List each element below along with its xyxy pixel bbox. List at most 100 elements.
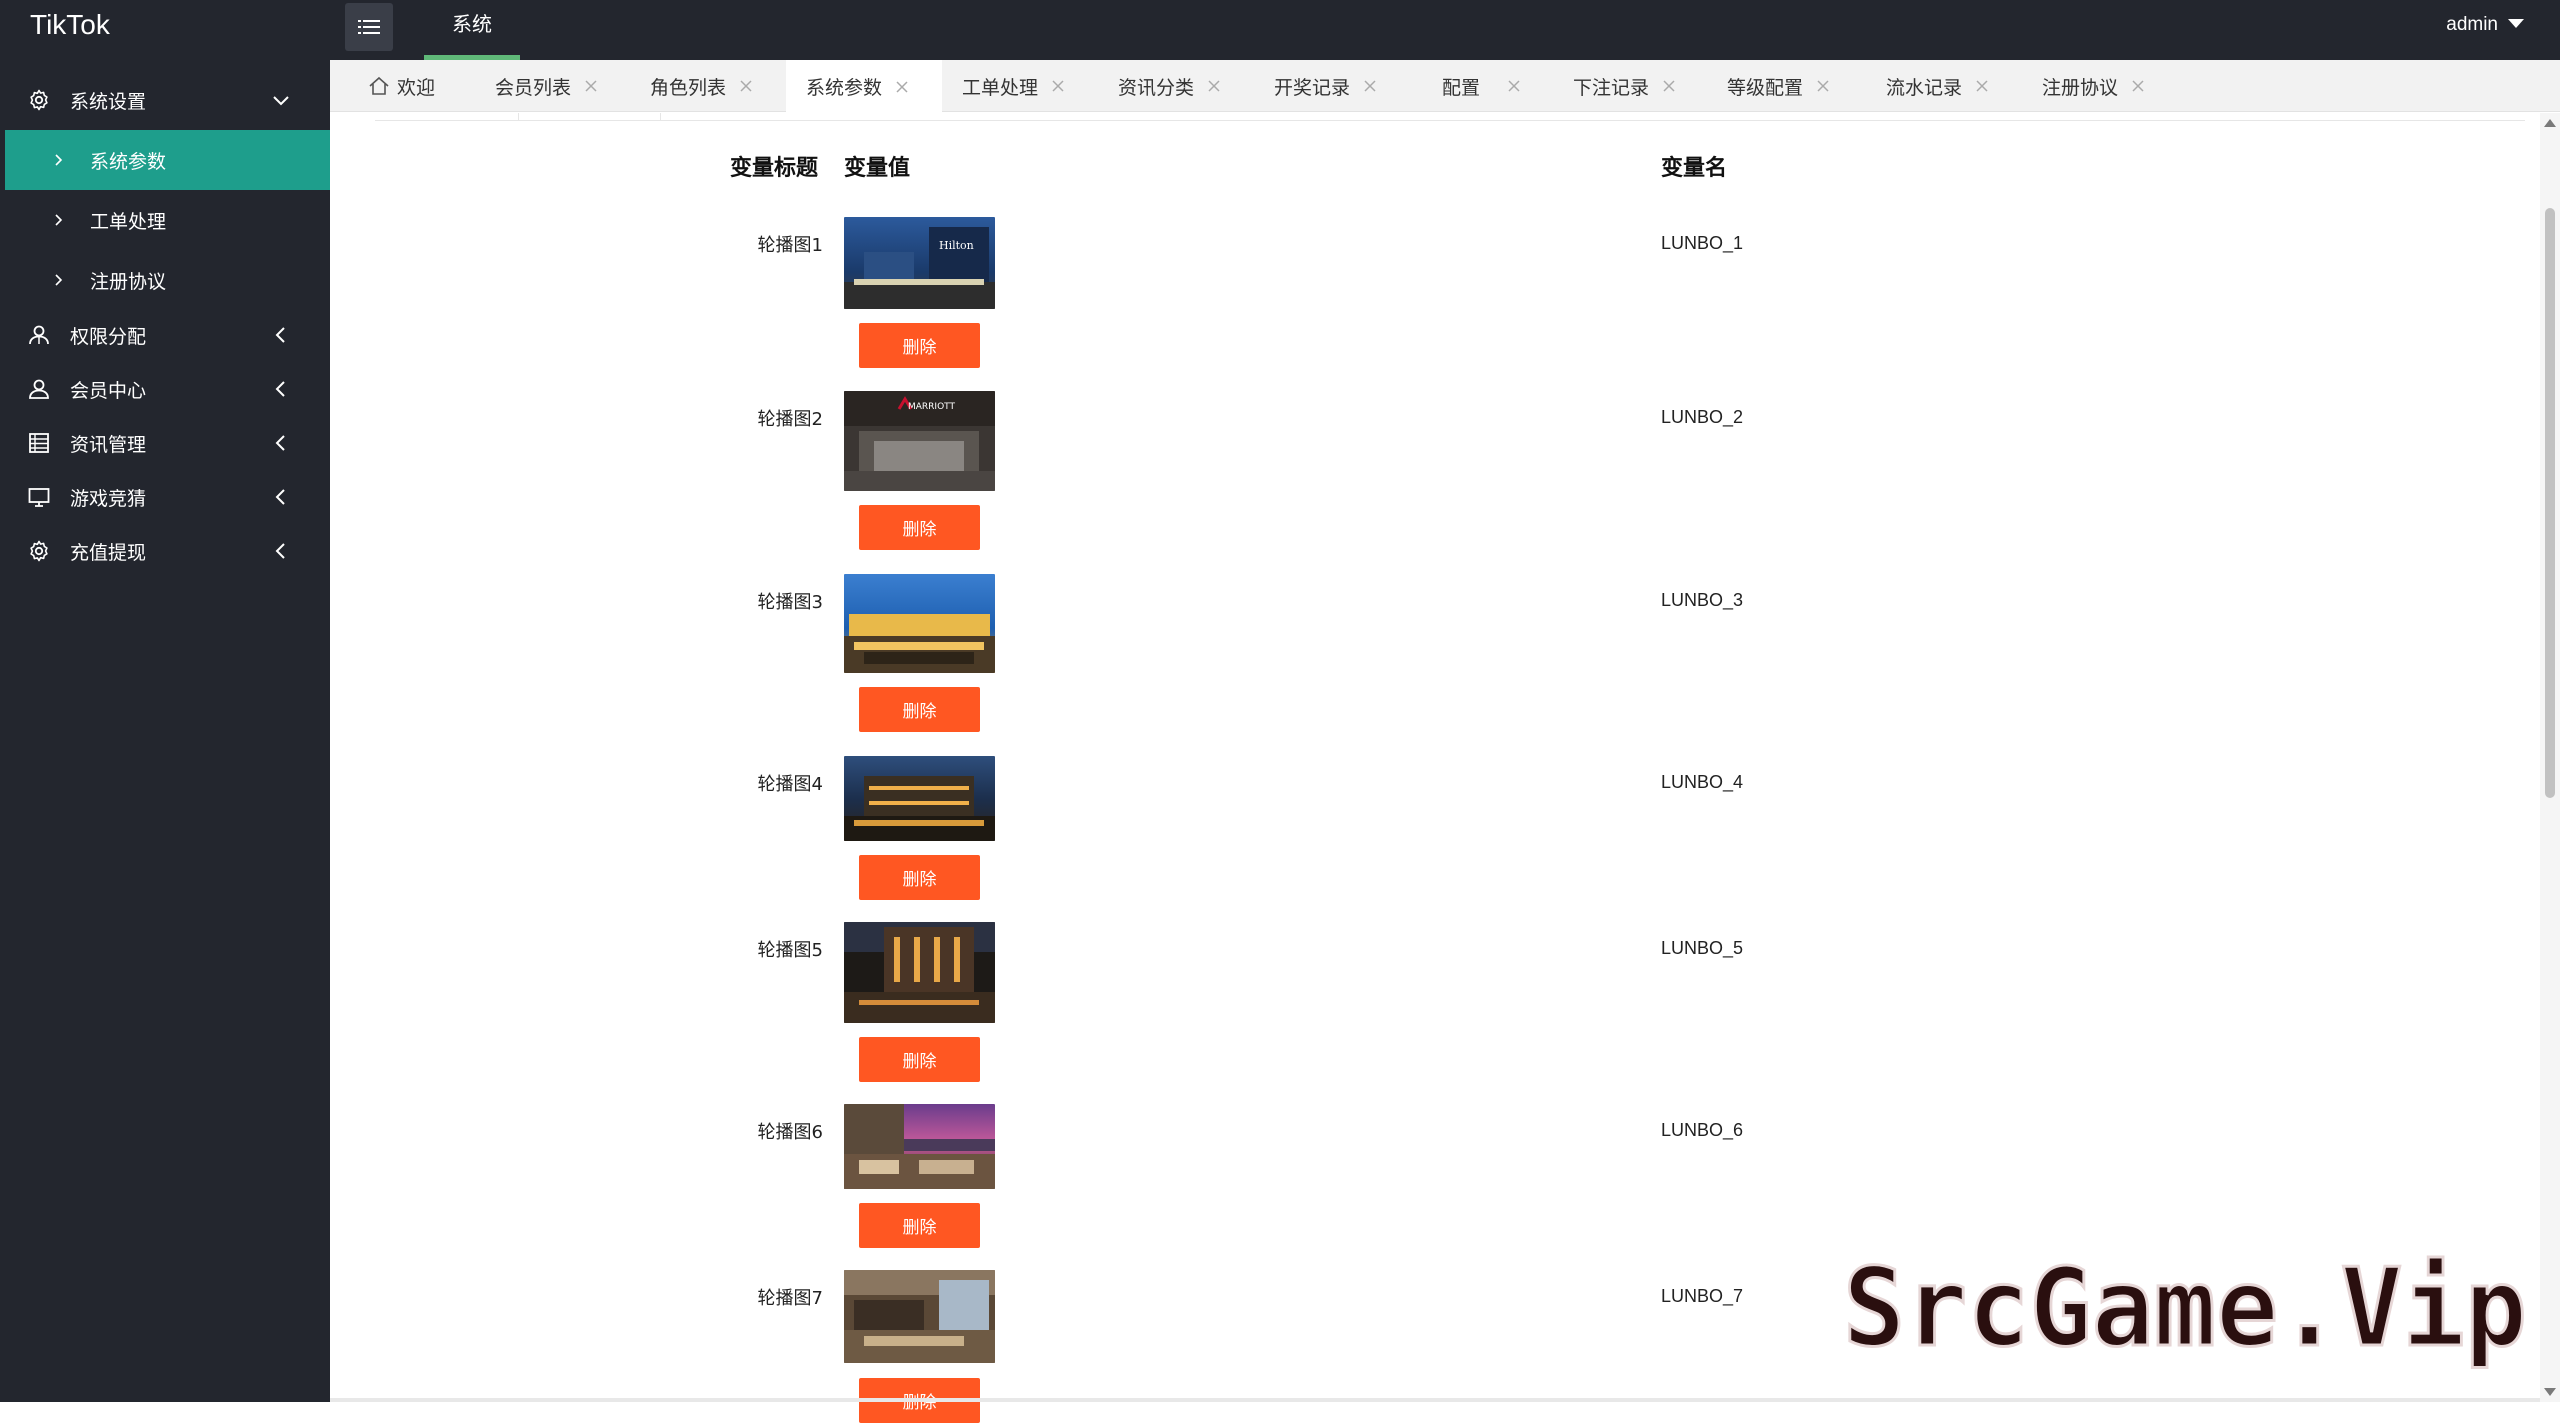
sidebar-group-label: 权限分配 xyxy=(70,325,147,348)
tab-news-category[interactable]: 资讯分类 xyxy=(1098,60,1254,112)
close-icon[interactable] xyxy=(1661,78,1677,94)
close-icon[interactable] xyxy=(1362,78,1378,94)
carousel-image-3[interactable] xyxy=(844,574,995,673)
tab-level-config[interactable]: 等级配置 xyxy=(1722,60,1878,112)
app-logo[interactable]: TikTok xyxy=(0,0,330,60)
tab-label: 角色列表 xyxy=(650,76,727,99)
tab-draw-records[interactable]: 开奖记录 xyxy=(1254,60,1410,112)
sidebar-item-system-params[interactable]: 系统参数 xyxy=(5,130,330,190)
delete-button[interactable]: 删除 xyxy=(859,1037,980,1082)
close-icon[interactable] xyxy=(2130,78,2146,94)
close-icon[interactable] xyxy=(1506,78,1522,94)
close-icon[interactable] xyxy=(1974,78,1990,94)
carousel-image-7[interactable] xyxy=(844,1270,995,1363)
delete-button[interactable]: 删除 xyxy=(859,505,980,550)
user-menu[interactable]: admin xyxy=(2446,0,2524,50)
divider xyxy=(375,120,2525,121)
chevron-left-icon xyxy=(275,381,285,397)
row-variable-name: LUNBO_4 xyxy=(1661,772,1744,792)
carousel-image-2[interactable]: MARRIOTT xyxy=(844,391,995,491)
close-icon[interactable] xyxy=(1050,78,1066,94)
close-icon[interactable] xyxy=(894,79,910,95)
tab-label: 开奖记录 xyxy=(1274,76,1351,99)
gear-icon xyxy=(30,540,48,562)
delete-button[interactable]: 删除 xyxy=(859,323,980,368)
chevron-right-icon xyxy=(55,274,63,286)
horizontal-scrollbar-track xyxy=(330,1398,2540,1402)
sidebar-group-label: 游戏竞猜 xyxy=(70,487,147,510)
row-variable-name: LUNBO_5 xyxy=(1661,938,1744,958)
row-variable-name: LUNBO_2 xyxy=(1661,407,1744,427)
main-content: 变量标题 变量值 变量名 轮播图1 Hilton 删除 LUNBO_1 轮播图2… xyxy=(330,113,2540,1423)
top-nav-label: 系统 xyxy=(452,12,492,36)
chevron-left-icon xyxy=(275,435,285,451)
tab-role-list[interactable]: 角色列表 xyxy=(642,60,798,112)
row-title: 轮播图4 xyxy=(757,774,823,795)
delete-button[interactable]: 删除 xyxy=(859,1203,980,1248)
scroll-down-icon[interactable] xyxy=(2544,1388,2556,1396)
sidebar-group-system-settings[interactable]: 系统设置 xyxy=(0,74,330,126)
scrollbar-thumb[interactable] xyxy=(2545,208,2555,798)
scroll-up-icon[interactable] xyxy=(2544,119,2556,127)
column-header-title: 变量标题 xyxy=(730,156,819,181)
close-icon[interactable] xyxy=(1206,78,1222,94)
user-icon xyxy=(29,379,49,399)
row-title: 轮播图5 xyxy=(757,940,823,961)
row-title: 轮播图3 xyxy=(757,592,823,613)
sidebar-group-news-management[interactable]: 资讯管理 xyxy=(0,417,330,469)
tab-flow-records[interactable]: 流水记录 xyxy=(1878,60,2034,112)
user-name: admin xyxy=(2446,14,2498,35)
home-icon xyxy=(369,76,389,95)
sidebar-group-permissions[interactable]: 权限分配 xyxy=(0,309,330,361)
row-title: 轮播图6 xyxy=(757,1122,823,1143)
carousel-image-5[interactable] xyxy=(844,922,995,1023)
row-title: 轮播图7 xyxy=(757,1288,823,1309)
tab-system-params[interactable]: 系统参数 xyxy=(786,60,942,113)
close-icon[interactable] xyxy=(738,78,754,94)
carousel-image-4[interactable] xyxy=(844,756,995,841)
tab-welcome[interactable]: 欢迎 xyxy=(330,60,486,112)
tab-bet-records[interactable]: 下注记录 xyxy=(1566,60,1722,112)
sidebar-group-deposit-withdraw[interactable]: 充值提现 xyxy=(0,525,330,577)
close-icon[interactable] xyxy=(583,78,599,94)
tab-ticket-handling[interactable]: 工单处理 xyxy=(942,60,1098,112)
list-icon xyxy=(29,433,49,453)
tab-label: 配置 xyxy=(1442,76,1481,99)
sidebar-item-ticket-handling[interactable]: 工单处理 xyxy=(0,190,330,250)
gear-icon xyxy=(30,89,48,111)
delete-button[interactable]: 删除 xyxy=(859,855,980,900)
top-nav-system[interactable]: 系统 xyxy=(424,0,520,60)
sidebar-item-register-agreement[interactable]: 注册协议 xyxy=(0,250,330,310)
row-title: 轮播图1 xyxy=(757,235,823,256)
column-header-name: 变量名 xyxy=(1661,156,1728,181)
tab-label: 资讯分类 xyxy=(1118,76,1195,99)
row-variable-name: LUNBO_1 xyxy=(1661,233,1744,253)
chevron-left-icon xyxy=(275,489,285,505)
sidebar-group-game-betting[interactable]: 游戏竞猜 xyxy=(0,471,330,523)
menu-icon xyxy=(358,20,380,34)
watermark-logo: SrcGame.Vip xyxy=(1842,1245,2529,1370)
menu-toggle-button[interactable] xyxy=(345,3,393,51)
tab-config[interactable]: 配置 xyxy=(1410,60,1566,112)
tab-label: 工单处理 xyxy=(962,76,1039,99)
monitor-icon xyxy=(28,488,50,507)
watermark-text: SrcGame.Vip xyxy=(1843,1246,2527,1370)
carousel-image-1[interactable]: Hilton xyxy=(844,217,995,309)
close-icon[interactable] xyxy=(1815,78,1831,94)
chevron-right-icon xyxy=(55,154,63,166)
vertical-scrollbar[interactable] xyxy=(2540,113,2560,1402)
carousel-image-6[interactable] xyxy=(844,1104,995,1189)
sidebar-group-label: 会员中心 xyxy=(70,379,147,402)
sidebar-group-label: 系统设置 xyxy=(70,90,147,113)
top-bar: TikTok 系统 admin xyxy=(0,0,2560,60)
tab-member-list[interactable]: 会员列表 xyxy=(486,60,642,112)
row-variable-name: LUNBO_6 xyxy=(1661,1120,1744,1140)
sidebar-group-member-center[interactable]: 会员中心 xyxy=(0,363,330,415)
tab-label: 等级配置 xyxy=(1727,76,1804,99)
delete-button[interactable]: 删除 xyxy=(859,687,980,732)
sidebar-item-label: 注册协议 xyxy=(90,270,167,293)
chevron-left-icon xyxy=(275,543,285,559)
tab-label: 注册协议 xyxy=(2042,76,2119,99)
caret-down-icon xyxy=(2508,18,2524,28)
tab-register-agreement[interactable]: 注册协议 xyxy=(2034,60,2190,112)
